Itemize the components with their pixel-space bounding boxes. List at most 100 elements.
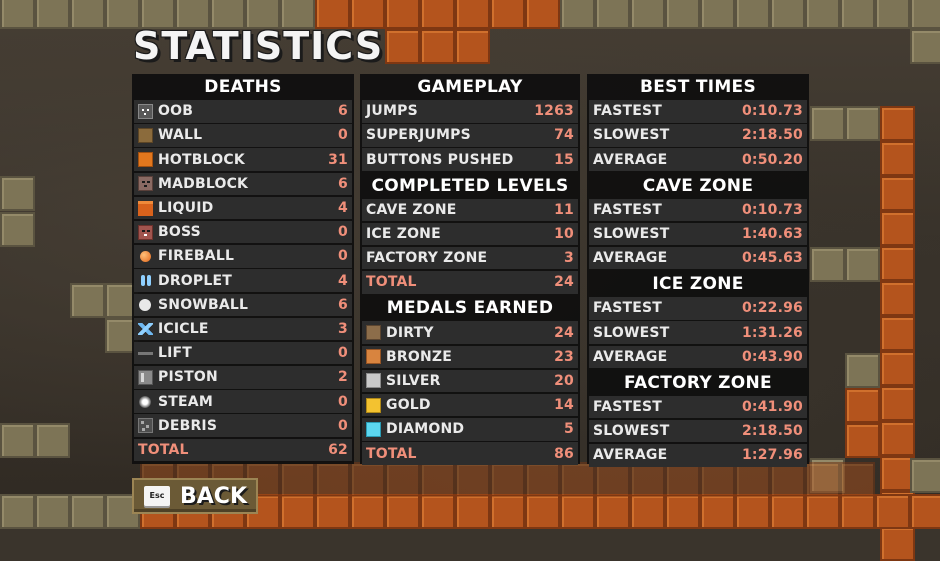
row-label: LIFT: [158, 345, 193, 362]
background-tile: [875, 0, 910, 29]
row-label: HOTBLOCK: [158, 151, 245, 168]
diamond-medal-icon: [366, 421, 381, 437]
row-label: DIAMOND: [386, 421, 465, 438]
background-tile: [770, 494, 805, 529]
total-value: 24: [554, 274, 574, 291]
gameplay-row-superjumps: SUPERJUMPS 74: [362, 124, 578, 147]
deaths-row-piston: PISTON 2: [134, 366, 352, 389]
background-tile: [595, 0, 630, 29]
background-tile: [350, 494, 385, 529]
background-tile: [630, 462, 665, 497]
silver-medal-icon: [366, 373, 381, 389]
background-tile: [845, 353, 880, 388]
background-tile: [735, 494, 770, 529]
completed-levels-heading: COMPLETED LEVELS: [371, 175, 569, 196]
row-label: PISTON: [158, 369, 218, 386]
background-tile: [840, 494, 875, 529]
row-value: 4: [338, 200, 348, 216]
row-value: 74: [554, 127, 574, 144]
medals-total-row: TOTAL 86: [362, 442, 578, 465]
background-tile: [280, 494, 315, 529]
background-tile: [525, 494, 560, 529]
gameplay-heading: GAMEPLAY: [417, 77, 523, 97]
background-tile: [840, 0, 875, 29]
row-value: 1263: [534, 103, 574, 120]
back-button[interactable]: Esc BACK: [132, 478, 258, 514]
background-tile: [595, 494, 630, 529]
deaths-row-oob: OOB 6: [134, 100, 352, 123]
ice-row-average: AVERAGE 0:43.90: [589, 345, 807, 368]
completed-row-cave-zone: CAVE ZONE 11: [362, 198, 578, 222]
total-label: TOTAL: [366, 445, 417, 462]
row-label: SNOWBALL: [158, 296, 249, 313]
background-tile: [880, 211, 915, 246]
best-row-fastest: FASTEST 0:10.73: [589, 100, 807, 123]
background-tile: [880, 386, 915, 421]
background-tile: [910, 494, 940, 529]
total-label: TOTAL: [366, 274, 417, 291]
hotblock-icon: [138, 152, 153, 168]
row-value: 0: [338, 127, 348, 144]
row-value: 14: [554, 397, 574, 414]
row-value: 0:41.90: [741, 398, 803, 415]
row-value: 1:27.96: [741, 447, 803, 464]
dirty-medal-icon: [366, 325, 381, 341]
cave-row-slowest: SLOWEST 1:40.63: [589, 222, 807, 246]
row-label: CAVE ZONE: [366, 201, 457, 218]
background-tile: [385, 462, 420, 497]
row-value: 0: [338, 393, 348, 410]
row-label: ICICLE: [158, 320, 209, 337]
background-tile: [385, 29, 420, 64]
medal-row-gold: GOLD 14: [362, 393, 578, 417]
row-label: SILVER: [386, 372, 441, 389]
deaths-row-fireball: FIREBALL 0: [134, 245, 352, 268]
background-tile: [880, 176, 915, 211]
row-value: 10: [554, 226, 574, 242]
row-label: JUMPS: [366, 103, 418, 120]
background-tile: [735, 0, 770, 29]
background-tile: [490, 462, 525, 497]
gameplay-panel: GAMEPLAY JUMPS 1263 SUPERJUMPS 74 BUTTONS …: [360, 74, 580, 465]
row-label: BUTTONS PUSHED: [366, 151, 514, 168]
background-tile: [805, 494, 840, 529]
factory-zone-heading: FACTORY ZONE: [624, 372, 772, 393]
factory-row-average: AVERAGE 1:27.96: [589, 444, 807, 467]
deaths-total-row: TOTAL 62: [134, 438, 352, 462]
total-label: TOTAL: [138, 441, 189, 458]
background-tile: [385, 494, 420, 529]
background-tile: [630, 494, 665, 529]
background-tile: [0, 423, 35, 458]
background-tile: [880, 246, 915, 281]
completed-row-ice-zone: ICE ZONE 10: [362, 222, 578, 246]
row-value: 24: [554, 324, 574, 341]
row-value: 6: [338, 103, 348, 120]
background-tile: [0, 0, 35, 29]
row-label: AVERAGE: [593, 250, 668, 267]
row-label: SLOWEST: [593, 423, 670, 440]
liquid-icon: [138, 200, 153, 216]
row-value: 6: [338, 175, 348, 192]
deaths-row-liquid: LIQUID 4: [134, 196, 352, 220]
row-value: 3: [338, 320, 348, 337]
medals-heading: MEDALS EARNED: [386, 298, 554, 319]
background-tile: [770, 0, 805, 29]
background-tile: [490, 494, 525, 529]
row-value: 2: [338, 369, 348, 386]
background-tile: [385, 0, 420, 29]
row-label: GOLD: [386, 397, 431, 414]
background-tile: [880, 526, 915, 561]
background-tile: [350, 462, 385, 497]
background-tile: [880, 281, 915, 316]
background-tile: [810, 247, 845, 282]
deaths-row-lift: LIFT 0: [134, 341, 352, 365]
gold-medal-icon: [366, 397, 381, 413]
back-button-label: BACK: [180, 483, 247, 509]
background-tile: [665, 462, 700, 497]
boss-icon: [138, 224, 153, 240]
best-times-panel: BEST TIMES FASTEST 0:10.73 SLOWEST 2:18.50…: [587, 74, 809, 467]
background-tile: [455, 0, 490, 29]
background-tile: [700, 0, 735, 29]
row-value: 11: [554, 201, 574, 218]
background-tile: [910, 29, 940, 64]
row-label: BRONZE: [386, 348, 452, 365]
